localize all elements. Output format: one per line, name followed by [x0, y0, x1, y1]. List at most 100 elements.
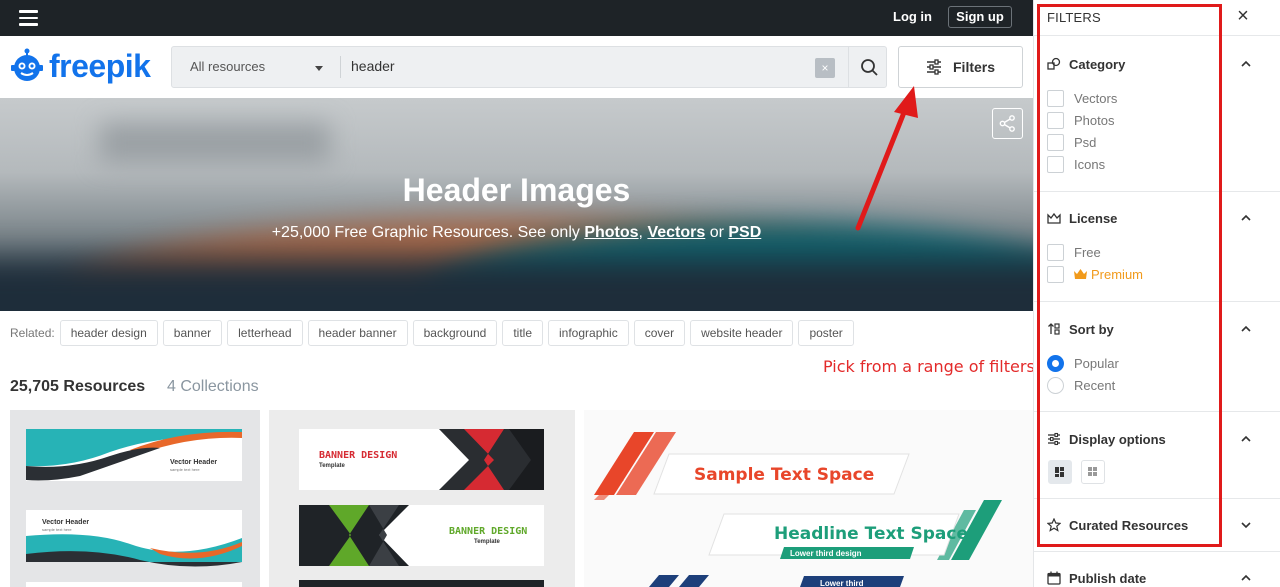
related-tag[interactable]: infographic: [548, 320, 629, 346]
license-option[interactable]: Premium: [1047, 265, 1143, 283]
publish-date-section-header[interactable]: Publish date: [1047, 569, 1146, 587]
chevron-down-icon[interactable]: [1239, 518, 1253, 532]
crown-outline-icon: [1047, 212, 1061, 224]
chevron-up-icon[interactable]: [1239, 571, 1253, 585]
related-tag[interactable]: poster: [798, 320, 854, 346]
publish-date-label: Publish date: [1069, 570, 1147, 586]
thumb-text: Vector Header: [42, 519, 89, 526]
filters-button[interactable]: Filters: [898, 46, 1023, 88]
psd-link[interactable]: PSD: [728, 224, 761, 241]
photos-link[interactable]: Photos: [584, 224, 638, 241]
filters-button-label: Filters: [953, 59, 996, 75]
display-section-header[interactable]: Display options: [1047, 430, 1166, 448]
thumb-text: Template: [474, 539, 501, 545]
login-link[interactable]: Log in: [893, 9, 932, 24]
grid-icon: [1088, 467, 1097, 476]
related-tag[interactable]: banner: [162, 320, 223, 346]
thumb-text: Vector Header: [170, 459, 217, 466]
annotation-text: Pick from a range of filters: [823, 357, 1035, 376]
chevron-up-icon[interactable]: [1239, 57, 1253, 71]
related-tag[interactable]: website header: [690, 320, 794, 346]
result-thumbnail[interactable]: Sample Text Space Headline Text Space Lo…: [584, 410, 1033, 587]
sort-option[interactable]: Recent: [1047, 376, 1115, 394]
sliders-icon: [927, 59, 941, 75]
collections-link[interactable]: 4 Collections: [167, 378, 259, 396]
divider: [1034, 411, 1280, 412]
resource-type-select[interactable]: All resources: [190, 59, 265, 74]
checkbox[interactable]: [1047, 155, 1064, 173]
sort-option[interactable]: Popular: [1047, 354, 1119, 372]
chevron-up-icon[interactable]: [1239, 322, 1253, 336]
related-tag[interactable]: background: [412, 320, 498, 346]
checkbox[interactable]: [1047, 111, 1064, 129]
crown-icon: [1074, 268, 1087, 279]
share-button[interactable]: [992, 108, 1023, 139]
checkbox[interactable]: [1047, 265, 1064, 283]
freepik-logo[interactable]: freepik: [9, 46, 151, 86]
header: freepik All resources header × Filters: [0, 36, 1033, 98]
filters-panel-header: FILTERS ×: [1034, 0, 1280, 36]
category-section-header[interactable]: Category: [1047, 55, 1125, 73]
category-option[interactable]: Psd: [1047, 133, 1096, 151]
related-tag[interactable]: title: [502, 320, 543, 346]
option-label: Psd: [1074, 134, 1097, 150]
sort-icon: [1048, 323, 1060, 335]
sort-section-header[interactable]: Sort by: [1047, 320, 1114, 338]
grid-view-button[interactable]: [1081, 460, 1105, 484]
option-label: Icons: [1074, 156, 1106, 172]
thumb-text: BANNER DESIGN: [449, 526, 527, 537]
signup-button[interactable]: Sign up: [948, 6, 1012, 28]
search-bar: All resources header ×: [171, 46, 887, 88]
filters-panel-title: FILTERS: [1047, 10, 1101, 25]
top-bar: Log in Sign up: [0, 0, 1033, 36]
search-input[interactable]: header: [351, 58, 395, 74]
menu-icon[interactable]: [19, 10, 38, 26]
logo-text: freepik: [49, 47, 151, 84]
curated-label: Curated Resources: [1069, 517, 1189, 533]
calendar-icon: [1047, 571, 1061, 585]
sort-label: Sort by: [1069, 321, 1114, 337]
checkbox[interactable]: [1047, 89, 1064, 107]
option-label: Premium: [1091, 266, 1144, 282]
curated-section-header[interactable]: Curated Resources: [1047, 516, 1188, 534]
related-tags: Related: header design banner letterhead…: [10, 320, 859, 346]
share-icon: [999, 115, 1015, 132]
divider: [1034, 498, 1280, 499]
chevron-up-icon[interactable]: [1239, 432, 1253, 446]
radio-button[interactable]: [1047, 354, 1064, 372]
thumb-text: BANNER DESIGN: [319, 450, 397, 461]
related-tag[interactable]: cover: [633, 320, 686, 346]
checkbox[interactable]: [1047, 133, 1064, 151]
category-option[interactable]: Vectors: [1047, 89, 1117, 107]
result-thumbnail[interactable]: BANNER DESIGN Template BANNER DESIGN Tem…: [269, 410, 575, 587]
thumb-text: sample text here: [42, 527, 72, 532]
thumb-text: Lower third: [820, 579, 864, 587]
related-tag[interactable]: header design: [59, 320, 158, 346]
resource-count: 25,705 Resources: [10, 378, 146, 395]
license-label: License: [1069, 210, 1118, 226]
thumb-text: Sample Text Space: [694, 465, 874, 485]
or-text: or: [705, 224, 729, 241]
license-option[interactable]: Free: [1047, 243, 1101, 261]
close-icon[interactable]: ×: [1233, 6, 1253, 26]
option-label: Vectors: [1074, 90, 1118, 106]
checkbox[interactable]: [1047, 243, 1064, 261]
masonry-view-button[interactable]: [1048, 460, 1072, 484]
radio-button[interactable]: [1047, 376, 1064, 394]
related-tag[interactable]: header banner: [307, 320, 408, 346]
hero-banner: Header Images +25,000 Free Graphic Resou…: [0, 98, 1033, 311]
result-thumbnail[interactable]: Vector Header sample text here Vector He…: [10, 410, 260, 587]
vectors-link[interactable]: Vectors: [647, 224, 705, 241]
category-option[interactable]: Photos: [1047, 111, 1114, 129]
license-section-header[interactable]: License: [1047, 209, 1117, 227]
chevron-up-icon[interactable]: [1239, 211, 1253, 225]
search-button[interactable]: [848, 47, 888, 87]
hero-subtitle: +25,000 Free Graphic Resources. See only…: [0, 224, 1033, 242]
related-label: Related:: [10, 326, 55, 340]
option-label: Photos: [1074, 112, 1115, 128]
thumb-text: Template: [319, 463, 346, 469]
related-tag[interactable]: letterhead: [227, 320, 303, 346]
chevron-down-icon[interactable]: [315, 66, 323, 71]
category-option[interactable]: Icons: [1047, 155, 1105, 173]
clear-search-button[interactable]: ×: [815, 58, 835, 78]
